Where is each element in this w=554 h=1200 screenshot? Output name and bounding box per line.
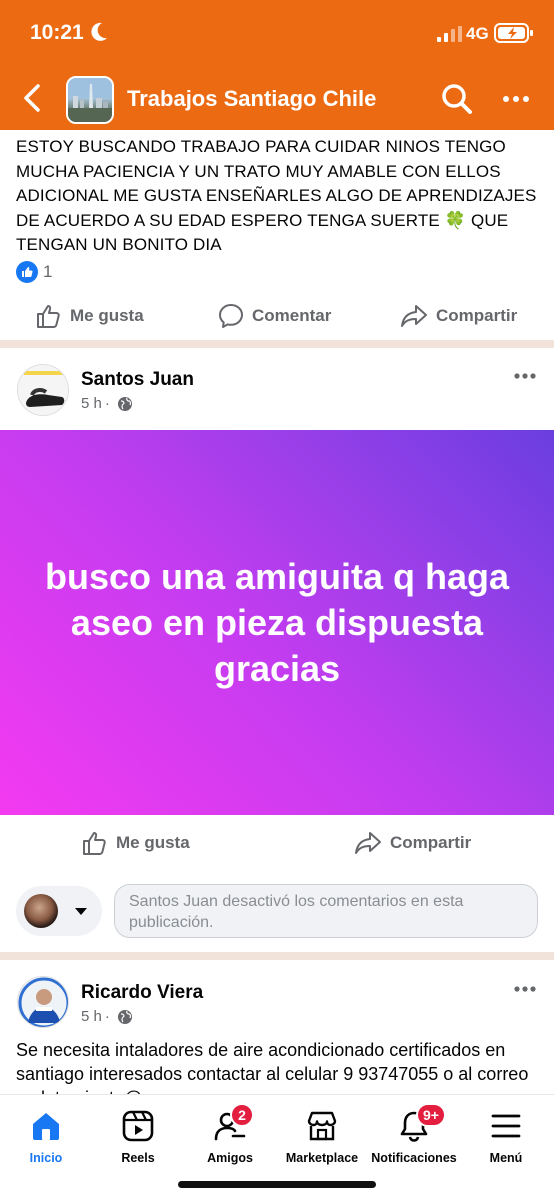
post-meta: 5 h · xyxy=(81,395,133,412)
tab-menu[interactable]: Menú xyxy=(456,1109,554,1173)
post-separator xyxy=(0,952,554,960)
author-name[interactable]: Santos Juan xyxy=(81,369,194,391)
tab-label: Notificaciones xyxy=(371,1151,457,1165)
like-button[interactable]: Me gusta xyxy=(82,830,190,856)
post-separator xyxy=(0,340,554,348)
moon-icon xyxy=(91,22,107,41)
tab-marketplace[interactable]: Marketplace xyxy=(272,1109,372,1173)
post-text: Se necesita intaladores de aire acondici… xyxy=(16,1040,529,1096)
post-text: ESTOY BUSCANDO TRABAJO PARA CUIDAR NINOS… xyxy=(16,137,537,254)
comment-icon xyxy=(219,304,243,328)
home-indicator xyxy=(178,1181,376,1188)
tab-inicio[interactable]: Inicio xyxy=(0,1109,96,1173)
post-actions: Me gusta Compartir xyxy=(0,822,554,862)
user-avatar xyxy=(24,894,58,928)
like-button[interactable]: Me gusta xyxy=(36,303,144,329)
share-button[interactable]: Compartir xyxy=(400,303,517,329)
reaction-summary[interactable]: 1 xyxy=(16,261,52,283)
tab-label: Reels xyxy=(121,1151,155,1165)
caret-down-icon xyxy=(75,908,87,915)
comment-label: Comentar xyxy=(252,306,332,325)
notifications-badge: 9+ xyxy=(416,1103,446,1127)
marketplace-icon xyxy=(307,1111,337,1141)
share-icon xyxy=(401,305,427,327)
signal-icon xyxy=(437,26,462,42)
post-options-icon[interactable] xyxy=(513,985,537,993)
comment-composer: Santos Juan desactivó los comentarios en… xyxy=(16,884,540,938)
tab-amigos[interactable]: 2 Amigos xyxy=(180,1103,280,1173)
author-avatar[interactable] xyxy=(17,976,69,1028)
share-label: Compartir xyxy=(390,833,472,852)
author-name[interactable]: Ricardo Viera xyxy=(81,982,203,1004)
tab-label: Amigos xyxy=(207,1151,253,1165)
tab-label: Marketplace xyxy=(285,1151,359,1165)
reaction-count: 1 xyxy=(43,262,53,281)
globe-icon xyxy=(117,1009,132,1024)
network-label: 4G xyxy=(466,24,489,43)
group-cover-thumbnail[interactable] xyxy=(66,76,114,124)
tab-label: Menú xyxy=(489,1151,523,1165)
more-options-icon[interactable] xyxy=(500,86,532,112)
post-actions: Me gusta Comentar Compartir xyxy=(0,295,554,335)
comment-as-selector[interactable] xyxy=(16,886,102,936)
comment-button[interactable]: Comentar xyxy=(218,303,331,329)
search-icon[interactable] xyxy=(441,83,473,115)
tab-reels[interactable]: Reels xyxy=(88,1109,188,1173)
post-time[interactable]: 5 h xyxy=(81,395,102,412)
author-avatar[interactable] xyxy=(17,364,69,416)
share-label: Compartir xyxy=(436,306,518,325)
battery-icon xyxy=(494,23,533,43)
like-reaction-icon xyxy=(16,261,38,283)
group-header: 10:21 4G Trabajos Santiago Chile xyxy=(0,0,554,130)
back-arrow-icon[interactable] xyxy=(18,80,46,116)
tab-notificaciones[interactable]: 9+ Notificaciones xyxy=(364,1103,464,1173)
tab-label: Inicio xyxy=(29,1151,63,1165)
globe-icon xyxy=(117,396,132,411)
status-time: 10:21 xyxy=(30,21,84,44)
like-label: Me gusta xyxy=(116,833,190,852)
share-icon xyxy=(355,832,381,854)
post-meta: 5 h · xyxy=(81,1008,133,1025)
background-text-post[interactable]: busco una amiguita q haga aseo en pieza … xyxy=(0,430,554,815)
post-time[interactable]: 5 h xyxy=(81,1008,102,1025)
share-button[interactable]: Compartir xyxy=(354,830,471,856)
post-options-icon[interactable] xyxy=(513,372,537,380)
comments-disabled-notice: Santos Juan desactivó los comentarios en… xyxy=(114,884,538,938)
group-title[interactable]: Trabajos Santiago Chile xyxy=(127,86,376,112)
reels-icon xyxy=(122,1110,154,1142)
friends-badge: 2 xyxy=(230,1103,254,1127)
like-label: Me gusta xyxy=(70,306,144,325)
post-text: busco una amiguita q haga aseo en pieza … xyxy=(44,555,510,689)
thumbs-up-icon xyxy=(37,305,60,328)
menu-icon xyxy=(491,1114,521,1138)
thumbs-up-icon xyxy=(83,832,106,855)
home-icon xyxy=(33,1113,59,1140)
